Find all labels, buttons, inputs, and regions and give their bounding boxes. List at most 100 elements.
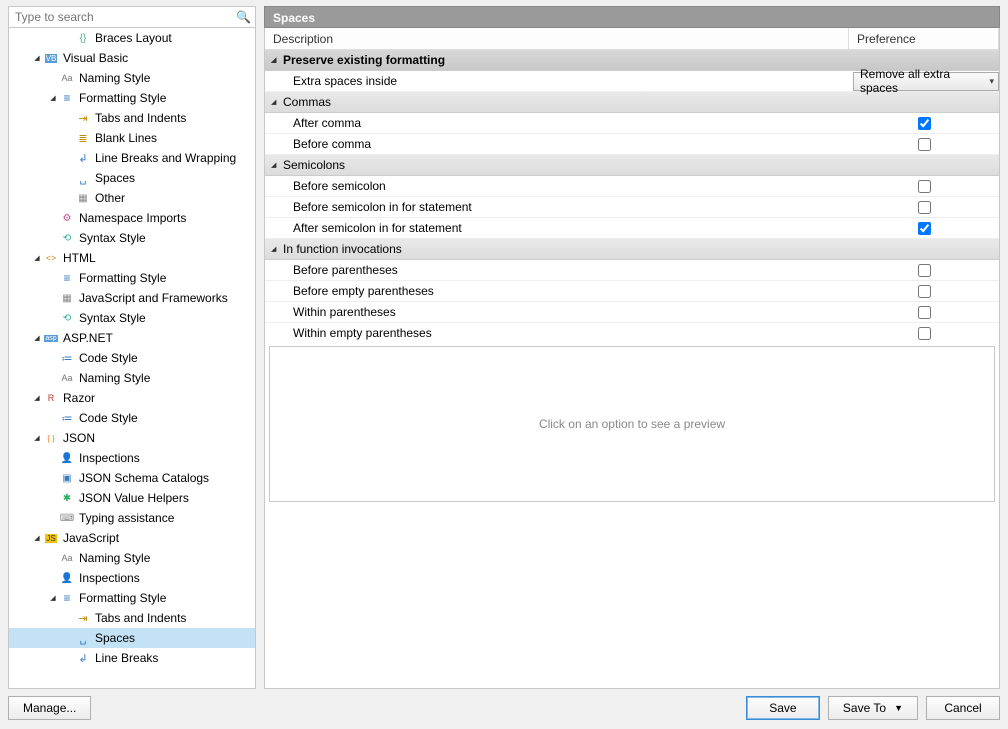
tree-item-label: Inspections [79, 571, 140, 585]
tree-item-label: JSON [63, 431, 95, 445]
tree-razor-code[interactable]: Code Style [9, 408, 255, 428]
tree-visual-basic[interactable]: ◢ Visual Basic [9, 48, 255, 68]
settings-tree[interactable]: Braces Layout◢Visual BasicNaming Style◢F… [8, 28, 256, 689]
group-header[interactable]: ◢Commas [265, 92, 999, 113]
tree-vb-blank[interactable]: Blank Lines [9, 128, 255, 148]
tree-razor[interactable]: ◢Razor [9, 388, 255, 408]
collapse-icon[interactable]: ◢ [271, 245, 283, 253]
tree-json-val[interactable]: JSON Value Helpers [9, 488, 255, 508]
tree-js-insp[interactable]: Inspections [9, 568, 255, 588]
expander-icon[interactable]: ◢ [47, 94, 59, 102]
tree-asp[interactable]: ◢ASP.NET [9, 328, 255, 348]
group-header[interactable]: ◢Semicolons [265, 155, 999, 176]
option-checkbox[interactable] [918, 201, 931, 214]
tree-vb-spaces[interactable]: Spaces [9, 168, 255, 188]
tree-html[interactable]: ◢HTML [9, 248, 255, 268]
option-checkbox[interactable] [918, 327, 931, 340]
options-grid[interactable]: ◢Preserve existing formattingExtra space… [265, 50, 999, 342]
tree-item-label: Visual Basic [63, 51, 128, 65]
option-label: Before semicolon in for statement [293, 200, 849, 214]
js-icon [43, 530, 59, 546]
tree-vb-wrap[interactable]: Line Breaks and Wrapping [9, 148, 255, 168]
option-row[interactable]: After semicolon in for statement [265, 218, 999, 239]
option-row[interactable]: Before comma [265, 134, 999, 155]
tree-json-typ[interactable]: Typing assistance [9, 508, 255, 528]
tree-item-label: Tabs and Indents [95, 611, 186, 625]
tree-html-syn[interactable]: Syntax Style [9, 308, 255, 328]
aa-icon [59, 70, 75, 86]
html-icon [43, 250, 59, 266]
column-preference[interactable]: Preference [849, 28, 999, 49]
tree-vb-other[interactable]: Other [9, 188, 255, 208]
tree-json-insp[interactable]: Inspections [9, 448, 255, 468]
expander-icon[interactable]: ◢ [31, 54, 43, 62]
option-row[interactable]: Before semicolon [265, 176, 999, 197]
expander-icon[interactable]: ◢ [31, 434, 43, 442]
option-select[interactable]: Remove all extra spaces▾ [853, 72, 999, 91]
tree-vb-syntax[interactable]: Syntax Style [9, 228, 255, 248]
option-row[interactable]: Within parentheses [265, 302, 999, 323]
option-row[interactable]: Before semicolon in for statement [265, 197, 999, 218]
cancel-button[interactable]: Cancel [926, 696, 1000, 720]
save-to-button[interactable]: Save To ▼ [828, 696, 918, 720]
group-header[interactable]: ◢In function invocations [265, 239, 999, 260]
tree-item-label: Typing assistance [79, 511, 174, 525]
option-checkbox[interactable] [918, 222, 931, 235]
collapse-icon[interactable]: ◢ [271, 98, 283, 106]
option-row[interactable]: After comma [265, 113, 999, 134]
tree-js-fmt[interactable]: ◢ Formatting Style [9, 588, 255, 608]
option-select-value: Remove all extra spaces [860, 67, 989, 95]
tree-item-label: Line Breaks and Wrapping [95, 151, 236, 165]
manage-button[interactable]: Manage... [8, 696, 91, 720]
tree-json[interactable]: ◢ JSON [9, 428, 255, 448]
tree-vb-naming[interactable]: Naming Style [9, 68, 255, 88]
tree-item-label: Other [95, 191, 125, 205]
expander-icon[interactable]: ◢ [31, 534, 43, 542]
tree-vb-formatting[interactable]: ◢Formatting Style [9, 88, 255, 108]
save-button[interactable]: Save [746, 696, 820, 720]
tree-js-lb[interactable]: Line Breaks [9, 648, 255, 668]
tree-braces-layout[interactable]: Braces Layout [9, 28, 255, 48]
tree-js-tabs[interactable]: Tabs and Indents [9, 608, 255, 628]
tree-item-label: Formatting Style [79, 591, 166, 605]
tree-asp-code[interactable]: Code Style [9, 348, 255, 368]
tree-html-jsfw[interactable]: JavaScript and Frameworks [9, 288, 255, 308]
tree-js-spaces[interactable]: Spaces [9, 628, 255, 648]
column-description[interactable]: Description [265, 28, 849, 49]
expander-icon[interactable]: ◢ [31, 334, 43, 342]
option-label: After semicolon in for statement [293, 221, 849, 235]
expander-icon[interactable]: ◢ [47, 594, 59, 602]
tree-vb-ns[interactable]: Namespace Imports [9, 208, 255, 228]
collapse-icon[interactable]: ◢ [271, 161, 283, 169]
option-row[interactable]: Extra spaces insideRemove all extra spac… [265, 71, 999, 92]
tree-item-label: Code Style [79, 411, 138, 425]
razor-icon [43, 390, 59, 406]
option-label: Before parentheses [293, 263, 849, 277]
option-row[interactable]: Within empty parentheses [265, 323, 999, 342]
option-row[interactable]: Before empty parentheses [265, 281, 999, 302]
tree-vb-tabs[interactable]: Tabs and Indents [9, 108, 255, 128]
search-box[interactable]: 🔍 [8, 6, 256, 28]
option-checkbox[interactable] [918, 264, 931, 277]
tree-item-label: Inspections [79, 451, 140, 465]
tree-item-label: JavaScript and Frameworks [79, 291, 228, 305]
option-checkbox[interactable] [918, 180, 931, 193]
tree-json-cat[interactable]: JSON Schema Catalogs [9, 468, 255, 488]
option-checkbox[interactable] [918, 285, 931, 298]
tree-js[interactable]: ◢JavaScript [9, 528, 255, 548]
tabs-icon [75, 110, 91, 126]
option-row[interactable]: Before parentheses [265, 260, 999, 281]
search-input[interactable] [13, 9, 236, 25]
expander-icon[interactable]: ◢ [31, 254, 43, 262]
tree-asp-naming[interactable]: Naming Style [9, 368, 255, 388]
tree-js-naming[interactable]: Naming Style [9, 548, 255, 568]
option-checkbox[interactable] [918, 138, 931, 151]
option-checkbox[interactable] [918, 117, 931, 130]
expander-icon[interactable]: ◢ [31, 394, 43, 402]
collapse-icon[interactable]: ◢ [271, 56, 283, 64]
tree-item-label: Code Style [79, 351, 138, 365]
tree-html-fmt[interactable]: Formatting Style [9, 268, 255, 288]
option-checkbox[interactable] [918, 306, 931, 319]
preview-pane: Click on an option to see a preview [269, 346, 995, 502]
space-icon [75, 630, 91, 646]
